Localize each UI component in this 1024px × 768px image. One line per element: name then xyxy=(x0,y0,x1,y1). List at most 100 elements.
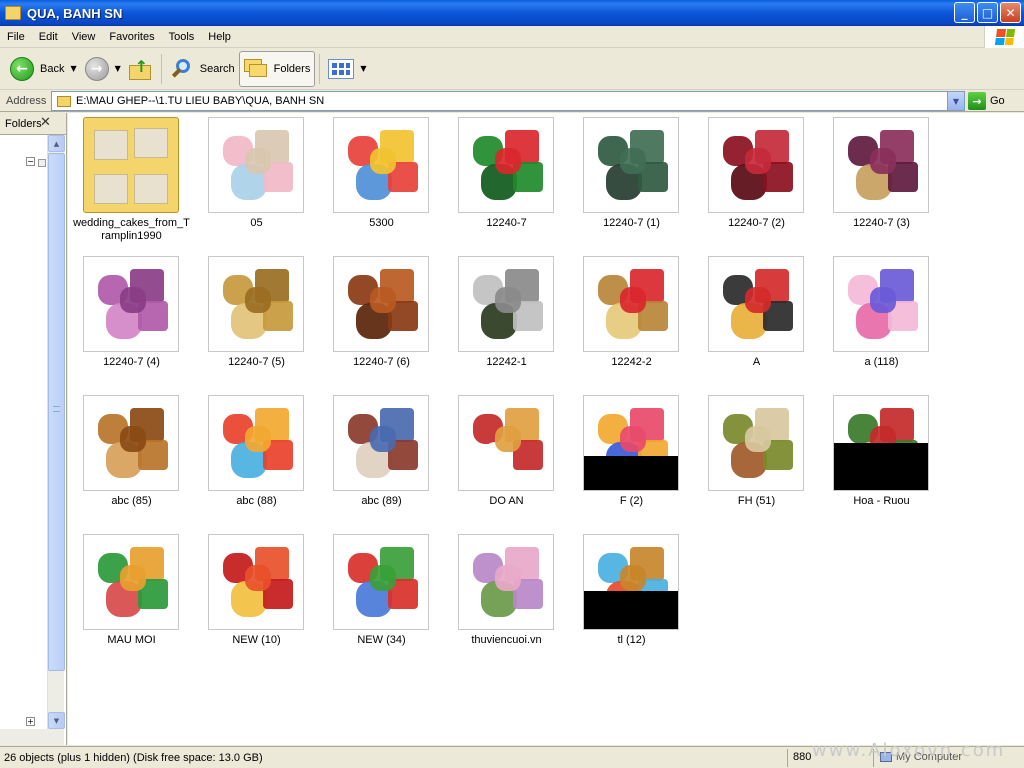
folders-horizontal-scrollbar[interactable] xyxy=(0,729,64,745)
file-item[interactable]: a (118) xyxy=(819,252,944,391)
pane-close-icon[interactable]: ✕ xyxy=(40,115,51,130)
address-path[interactable]: E:\MAU GHEP--\1.TU LIEU BABY\QUA, BANH S… xyxy=(76,95,324,107)
file-item[interactable]: NEW (10) xyxy=(194,530,319,669)
forward-dropdown-icon[interactable]: ▼ xyxy=(115,64,121,73)
tree-collapse-icon[interactable]: − xyxy=(26,157,35,166)
file-item[interactable]: 12240-7 (6) xyxy=(319,252,444,391)
status-size: 880 xyxy=(793,751,812,763)
file-name-label: abc (88) xyxy=(236,495,277,507)
file-item[interactable]: abc (88) xyxy=(194,391,319,530)
menu-view[interactable]: View xyxy=(65,31,103,43)
scrollbar-thumb[interactable] xyxy=(48,153,65,671)
address-bar: Address E:\MAU GHEP--\1.TU LIEU BABY\QUA… xyxy=(0,90,1024,112)
address-input[interactable]: E:\MAU GHEP--\1.TU LIEU BABY\QUA, BANH S… xyxy=(51,91,965,111)
folder-icon xyxy=(57,95,71,107)
file-item[interactable]: 12240-7 (1) xyxy=(569,113,694,252)
toolbar: ← Back ▼ → ▼ ↑ Search Folders ▼ xyxy=(0,48,1024,90)
up-folder-icon: ↑ xyxy=(128,57,153,80)
file-name-label: FH (51) xyxy=(737,495,776,507)
close-button[interactable]: ✕ xyxy=(1000,2,1021,23)
file-item[interactable]: 12240-7 xyxy=(444,113,569,252)
file-item[interactable]: F (2) xyxy=(569,391,694,530)
image-thumbnail xyxy=(583,117,679,213)
menu-bar: File Edit View Favorites Tools Help xyxy=(0,26,1024,48)
up-button[interactable]: ↑ xyxy=(125,51,157,87)
file-item[interactable]: Hoa - Ruou xyxy=(819,391,944,530)
file-item[interactable]: 12240-7 (5) xyxy=(194,252,319,391)
scroll-down-icon[interactable]: ▼ xyxy=(48,712,65,729)
file-item[interactable]: 12240-7 (4) xyxy=(69,252,194,391)
file-name-label: DO AN xyxy=(489,495,524,507)
file-name-label: 12242-1 xyxy=(486,356,527,368)
tree-node-icon[interactable] xyxy=(38,159,46,167)
window-title: QUA, BANH SN xyxy=(27,5,123,21)
image-thumbnail xyxy=(83,395,179,491)
scroll-up-icon[interactable]: ▲ xyxy=(48,135,65,152)
folder-item[interactable]: wedding_cakes_from_Tramplin1990 xyxy=(69,113,194,252)
file-name-label: abc (85) xyxy=(111,495,152,507)
image-thumbnail xyxy=(833,395,929,491)
image-thumbnail xyxy=(83,256,179,352)
menu-file[interactable]: File xyxy=(0,31,32,43)
menu-favorites[interactable]: Favorites xyxy=(102,31,161,43)
folders-vertical-scrollbar[interactable]: ▲ ▼ xyxy=(47,135,65,729)
go-arrow-icon: → xyxy=(968,92,986,110)
file-item[interactable]: NEW (34) xyxy=(319,530,444,669)
folder-icon xyxy=(5,6,21,20)
file-item[interactable]: 12242-2 xyxy=(569,252,694,391)
folders-button[interactable]: Folders xyxy=(238,50,316,87)
views-icon xyxy=(328,58,355,79)
file-name-label: 12240-7 xyxy=(486,217,527,229)
file-item[interactable]: abc (89) xyxy=(319,391,444,530)
file-item[interactable]: A xyxy=(694,252,819,391)
image-thumbnail xyxy=(583,534,679,630)
back-button[interactable]: ← Back ▼ xyxy=(6,51,81,87)
file-item[interactable]: tl (12) xyxy=(569,530,694,669)
file-name-label: Hoa - Ruou xyxy=(853,495,910,507)
file-item[interactable]: FH (51) xyxy=(694,391,819,530)
menu-help[interactable]: Help xyxy=(201,31,238,43)
file-name-label: 12242-2 xyxy=(611,356,652,368)
address-dropdown-icon[interactable]: ▼ xyxy=(947,92,964,110)
file-name-label: NEW (34) xyxy=(357,634,406,646)
tree-expand-icon[interactable]: + xyxy=(26,717,35,726)
file-item[interactable]: 12240-7 (3) xyxy=(819,113,944,252)
folders-pane-title: Folders xyxy=(5,117,42,130)
file-item[interactable]: thuviencuoi.vn xyxy=(444,530,569,669)
menu-tools[interactable]: Tools xyxy=(162,31,202,43)
window-controls: _ □ ✕ xyxy=(954,2,1021,23)
maximize-button[interactable]: □ xyxy=(977,2,998,23)
search-icon xyxy=(170,57,194,81)
file-item[interactable]: abc (85) xyxy=(69,391,194,530)
views-button[interactable]: ▼ xyxy=(324,51,370,87)
file-name-label: 12240-7 (2) xyxy=(728,217,785,229)
file-item[interactable]: 12240-7 (2) xyxy=(694,113,819,252)
back-dropdown-icon[interactable]: ▼ xyxy=(70,64,76,73)
go-label: Go xyxy=(990,95,1005,107)
file-name-label: A xyxy=(752,356,761,368)
windows-logo xyxy=(984,26,1024,48)
file-item[interactable]: 5300 xyxy=(319,113,444,252)
file-item[interactable]: 05 xyxy=(194,113,319,252)
image-thumbnail xyxy=(833,117,929,213)
file-item[interactable]: 12242-1 xyxy=(444,252,569,391)
views-dropdown-icon[interactable]: ▼ xyxy=(360,64,366,73)
search-label: Search xyxy=(199,62,235,75)
go-button[interactable]: → Go xyxy=(968,92,1005,110)
file-item[interactable]: DO AN xyxy=(444,391,569,530)
watermark: www.Aloxovn.com xyxy=(812,740,1006,761)
file-name-label: 12240-7 (5) xyxy=(228,356,285,368)
menu-edit[interactable]: Edit xyxy=(32,31,65,43)
file-item[interactable]: MAU MOI xyxy=(69,530,194,669)
forward-button[interactable]: → ▼ xyxy=(81,51,125,87)
minimize-button[interactable]: _ xyxy=(954,2,975,23)
file-name-label: NEW (10) xyxy=(232,634,281,646)
image-thumbnail xyxy=(333,117,429,213)
image-thumbnail xyxy=(458,117,554,213)
folders-pane: Folders ✕ − + ▲ ▼ xyxy=(0,113,67,745)
back-arrow-icon: ← xyxy=(10,56,34,81)
search-button[interactable]: Search xyxy=(166,51,239,87)
status-divider xyxy=(787,749,788,767)
toolbar-separator xyxy=(160,53,162,84)
folders-label: Folders xyxy=(273,62,311,75)
